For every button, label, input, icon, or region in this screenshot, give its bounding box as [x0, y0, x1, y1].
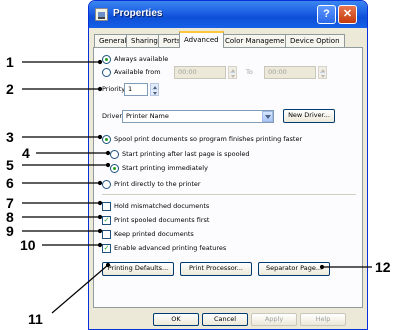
window-title: Properties	[113, 8, 163, 19]
properties-dialog: Properties ? ✕ General Sharing Ports Adv…	[88, 0, 368, 330]
title-bar[interactable]: Properties ? ✕	[89, 1, 367, 28]
separator-page-button[interactable]: Separator Page...	[258, 262, 330, 276]
always-available-radio[interactable]	[102, 55, 111, 64]
callout-12: 12	[375, 259, 391, 275]
available-from-label: Available from	[114, 68, 161, 76]
tab-device-option[interactable]: Device Option	[285, 34, 345, 47]
new-driver-button[interactable]: New Driver...	[283, 109, 335, 123]
to-time-spinner[interactable]	[318, 66, 327, 79]
divider	[102, 194, 356, 195]
callout-1: 1	[6, 54, 14, 70]
callout-2: 2	[6, 81, 14, 97]
apply-button[interactable]: Apply	[251, 313, 297, 326]
cancel-button[interactable]: Cancel	[202, 313, 248, 326]
always-available-label: Always available	[114, 55, 169, 63]
spool-radio[interactable]	[102, 135, 111, 144]
priority-spinner[interactable]	[150, 83, 159, 96]
spin-down-icon	[231, 75, 235, 78]
callout-10: 10	[20, 237, 36, 253]
priority-field[interactable]: 1	[124, 83, 148, 96]
to-label: To	[246, 68, 253, 76]
spin-up-icon	[231, 69, 235, 72]
print-direct-radio[interactable]	[102, 180, 111, 189]
from-time-spinner[interactable]	[228, 66, 237, 79]
driver-select[interactable]: Printer Name	[122, 110, 274, 123]
callout-5: 5	[6, 157, 14, 173]
callout-8: 8	[6, 209, 14, 225]
hold-mismatched-checkbox[interactable]	[102, 202, 111, 211]
tab-advanced[interactable]: Advanced	[179, 31, 224, 48]
spin-down-icon	[321, 75, 325, 78]
help-button[interactable]: Help	[300, 313, 346, 326]
driver-label: Driver:	[102, 112, 125, 120]
print-spooled-first-label: Print spooled documents first	[114, 216, 210, 224]
callout-4: 4	[22, 145, 30, 161]
start-after-last-page-label: Start printing after last page is spoole…	[122, 150, 250, 158]
hold-mismatched-label: Hold mismatched documents	[114, 202, 210, 210]
help-title-button[interactable]: ?	[317, 5, 336, 24]
printing-defaults-button[interactable]: Printing Defaults...	[102, 262, 174, 276]
print-spooled-first-checkbox[interactable]: ✓	[102, 216, 111, 225]
keep-printed-checkbox[interactable]	[102, 230, 111, 239]
callout-6: 6	[6, 175, 14, 191]
spin-up-icon	[321, 69, 325, 72]
close-button[interactable]: ✕	[338, 5, 357, 24]
advanced-panel: Always available Available from 00:00 To…	[93, 47, 363, 308]
spin-up-icon	[153, 86, 157, 89]
start-immediately-radio[interactable]	[110, 164, 119, 173]
spool-label: Spool print documents so program finishe…	[114, 135, 303, 143]
start-immediately-label: Start printing immediately	[122, 164, 208, 172]
ok-button[interactable]: OK	[153, 313, 199, 326]
callout-11: 11	[28, 311, 43, 327]
available-from-radio[interactable]	[102, 68, 111, 77]
enable-advanced-checkbox[interactable]: ✓	[102, 244, 111, 253]
to-time-field[interactable]: 00:00	[264, 66, 316, 79]
callout-3: 3	[6, 129, 14, 145]
keep-printed-label: Keep printed documents	[114, 230, 194, 238]
from-time-field[interactable]: 00:00	[174, 66, 226, 79]
print-direct-label: Print directly to the printer	[114, 180, 201, 188]
callout-7: 7	[6, 195, 14, 211]
start-after-last-page-radio[interactable]	[110, 150, 119, 159]
spin-down-icon	[153, 92, 157, 95]
chevron-down-icon[interactable]	[262, 111, 273, 122]
callout-9: 9	[6, 223, 14, 239]
print-processor-button[interactable]: Print Processor...	[180, 262, 252, 276]
printer-icon	[95, 8, 108, 21]
enable-advanced-label: Enable advanced printing features	[114, 244, 227, 252]
